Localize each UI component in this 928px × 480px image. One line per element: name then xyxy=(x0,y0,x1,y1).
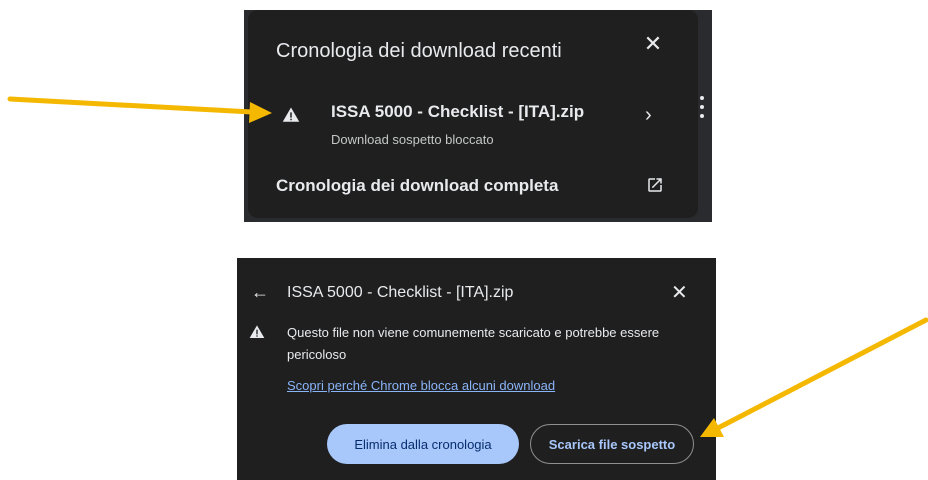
close-icon[interactable]: ✕ xyxy=(671,282,688,304)
suspicious-download-panel: ← ISSA 5000 - Checklist - [ITA].zip ✕ Qu… xyxy=(237,258,716,480)
close-icon[interactable]: ✕ xyxy=(641,32,665,56)
arrow-left-icon[interactable]: ← xyxy=(251,282,269,303)
panel-title: Cronologia dei download recenti xyxy=(276,40,562,62)
download-status: Download sospetto bloccato xyxy=(331,132,494,147)
download-filename: ISSA 5000 - Checklist - [ITA].zip xyxy=(331,102,585,121)
open-in-new-icon xyxy=(648,178,662,192)
more-vert-icon xyxy=(700,96,706,124)
annotation-arrow-left xyxy=(7,96,272,123)
warning-icon xyxy=(282,107,300,122)
annotation-arrow-right xyxy=(700,317,928,437)
full-history-link[interactable]: Cronologia dei download completa xyxy=(248,168,698,208)
detail-title: ISSA 5000 - Checklist - [ITA].zip xyxy=(287,284,514,301)
learn-more-link[interactable]: Scopri perché Chrome blocca alcuni downl… xyxy=(287,378,555,393)
download-item[interactable]: ISSA 5000 - Checklist - [ITA].zip Downlo… xyxy=(248,92,698,154)
chevron-right-icon: › xyxy=(645,104,652,126)
warning-message: Questo file non viene comunemente scaric… xyxy=(287,325,660,362)
download-suspicious-file-button[interactable]: Scarica file sospetto xyxy=(530,424,694,464)
recent-downloads-panel: Cronologia dei download recenti ✕ ISSA 5… xyxy=(248,10,698,218)
warning-icon xyxy=(249,325,265,338)
full-history-label: Cronologia dei download completa xyxy=(276,176,559,195)
remove-from-history-button[interactable]: Elimina dalla cronologia xyxy=(327,424,519,464)
